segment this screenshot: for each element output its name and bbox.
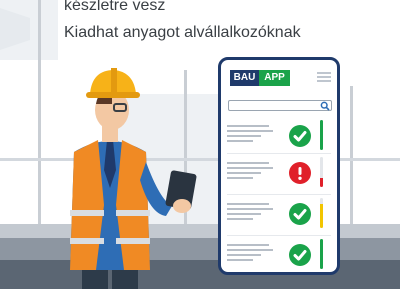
floor-slab-front [0,238,400,260]
exclamation-circle-icon [289,162,311,184]
divider [227,194,331,195]
feature-text-line-2: Kiadhat anyagot alvállalkozóknak [64,24,301,41]
stock-level-bar [320,239,323,269]
ground [0,260,400,289]
floor-slab [0,224,400,238]
stock-level-bar [320,120,323,150]
logo-text-right: APP [259,70,290,86]
phone-app-mockup: BAU APP [218,57,340,275]
construction-background [0,0,400,289]
list-item[interactable] [227,239,331,273]
search-icon[interactable] [320,101,330,111]
hamburger-menu-icon[interactable] [317,72,331,82]
bauapp-logo: BAU APP [230,70,290,86]
item-text-placeholder [227,244,273,264]
search-input[interactable] [228,100,332,111]
feature-text-line-1: készletre vesz [64,0,166,14]
logo-text-left: BAU [230,70,259,86]
scaffold-beam [0,158,400,161]
scaffold-pole [350,86,353,246]
divider [227,235,331,236]
stock-level-bar [320,157,323,187]
stage: készletre vesz Kiadhat anyagot alvállalk… [0,0,400,289]
item-text-placeholder [227,162,273,182]
check-circle-icon [289,125,311,147]
scaffold-pole [184,70,187,240]
stock-level-bar [320,198,323,228]
check-circle-icon [289,203,311,225]
list-item[interactable] [227,157,331,191]
item-text-placeholder [227,125,273,145]
list-item[interactable] [227,198,331,232]
divider [227,153,331,154]
check-circle-icon [289,244,311,266]
item-text-placeholder [227,203,273,223]
list-item[interactable] [227,120,331,154]
